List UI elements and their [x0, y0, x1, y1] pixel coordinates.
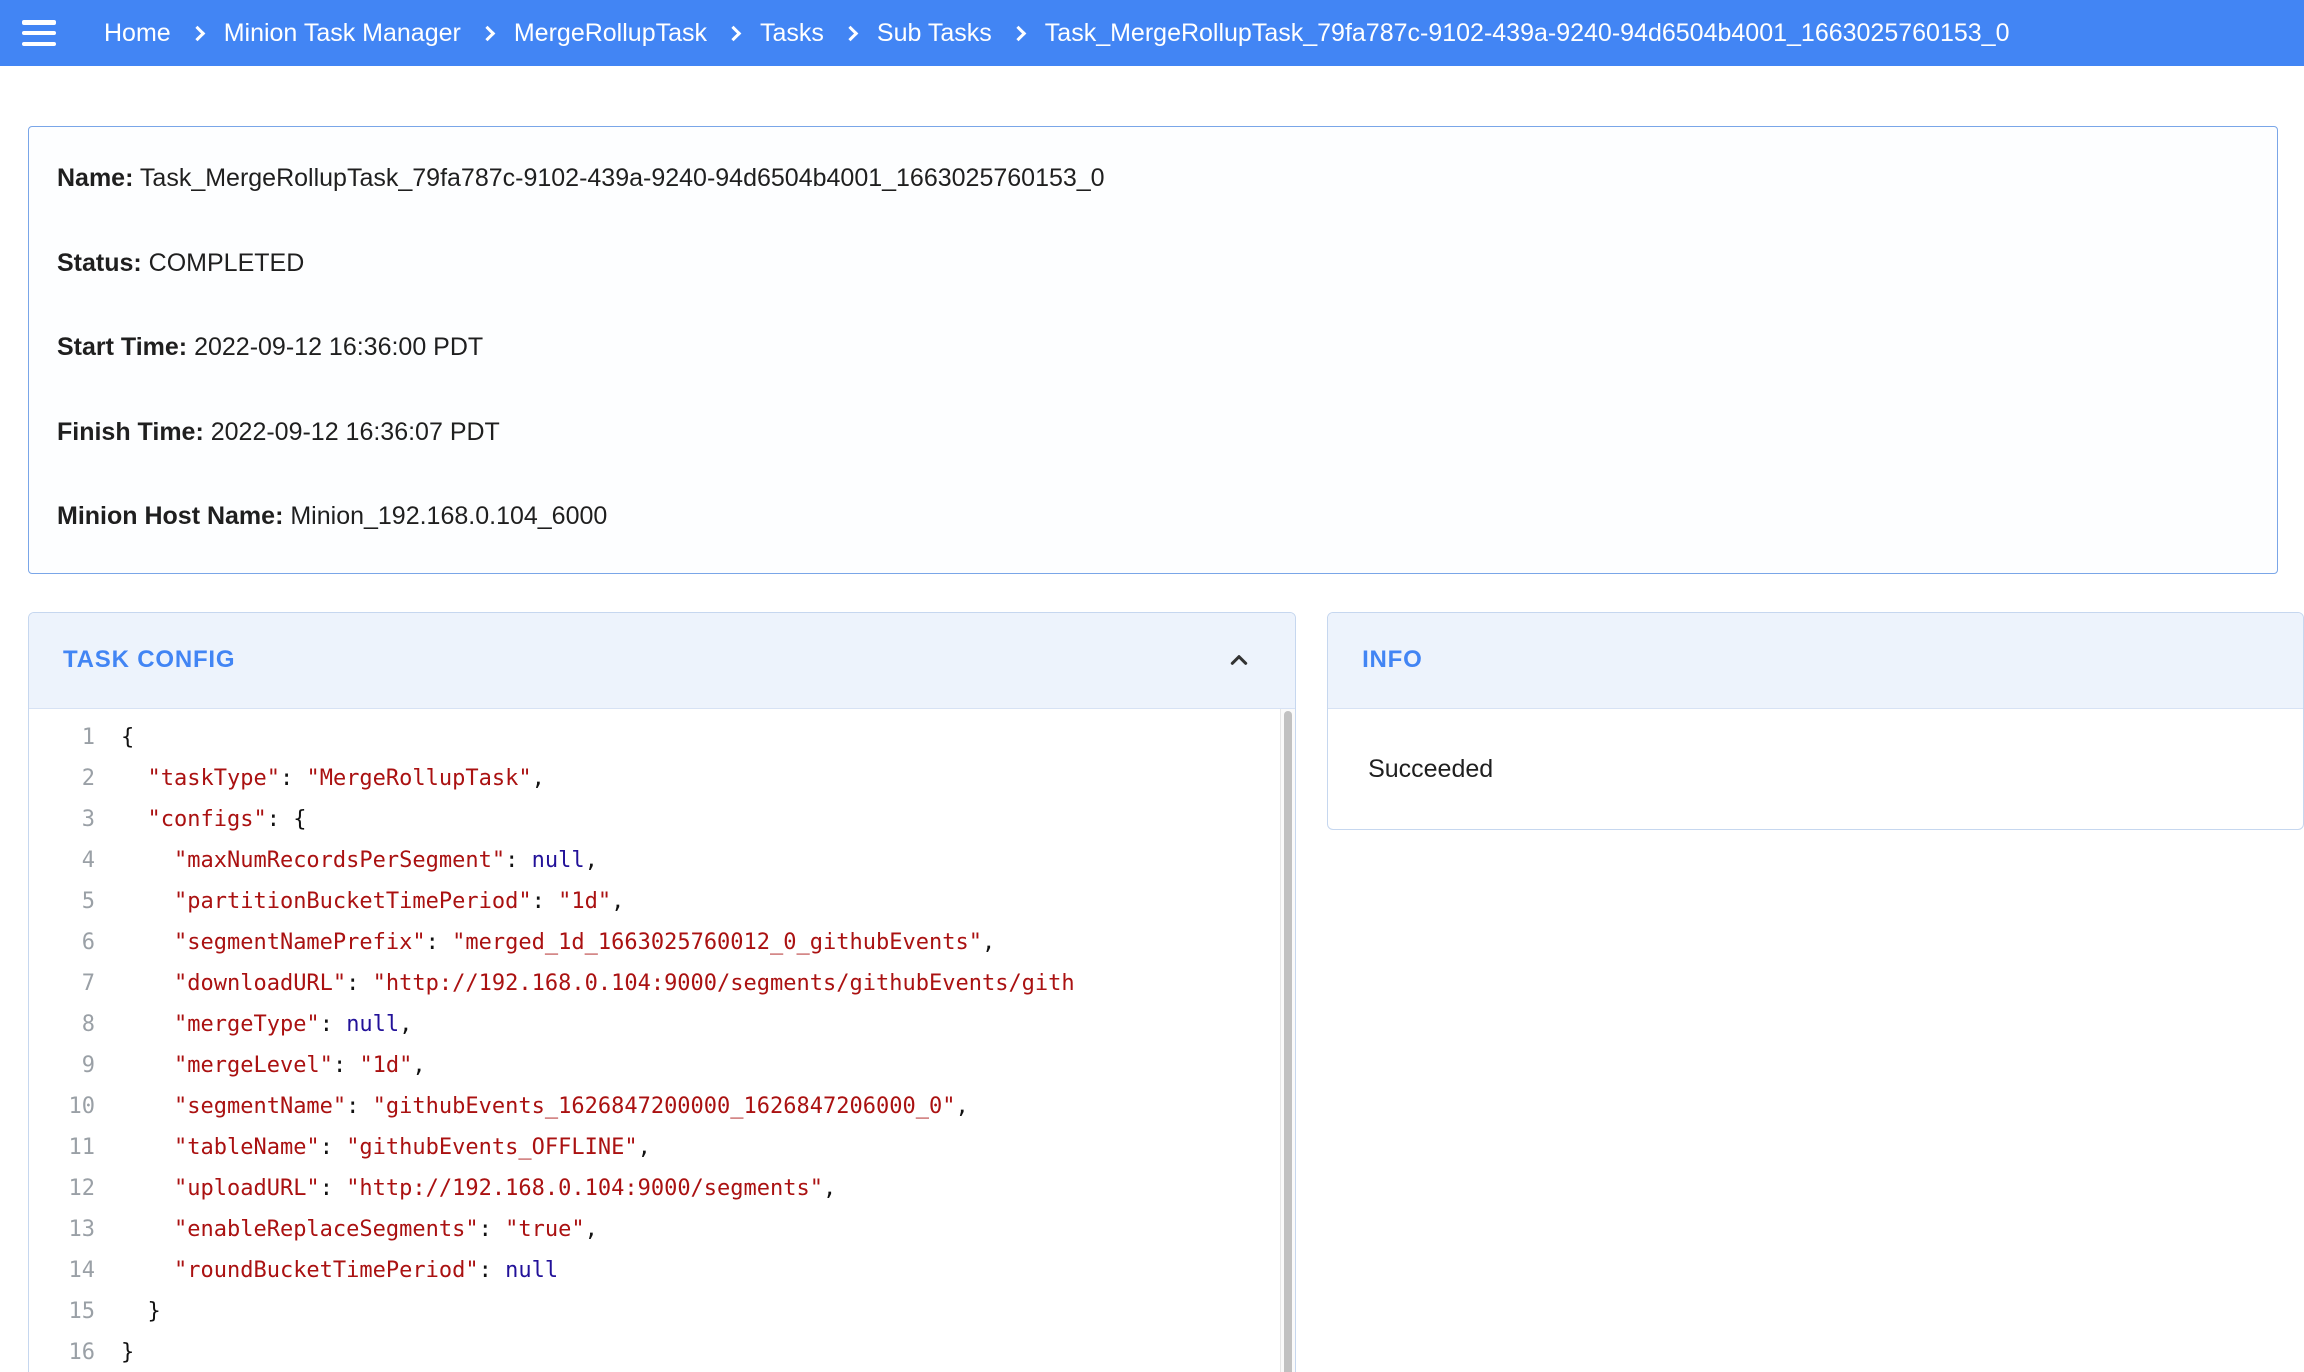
breadcrumb-item[interactable]: MergeRollupTask	[514, 19, 707, 48]
code-line: 8 "mergeType": null,	[29, 1004, 1295, 1045]
chevron-right-icon	[1011, 25, 1027, 41]
line-number: 12	[29, 1168, 95, 1209]
code-line: 11 "tableName": "githubEvents_OFFLINE",	[29, 1127, 1295, 1168]
code-text: "taskType": "MergeRollupTask",	[95, 758, 545, 799]
code-line: 10 "segmentName": "githubEvents_16268472…	[29, 1086, 1295, 1127]
code-line: 4 "maxNumRecordsPerSegment": null,	[29, 840, 1295, 881]
code-line: 7 "downloadURL": "http://192.168.0.104:9…	[29, 963, 1295, 1004]
detail-value: COMPLETED	[142, 249, 305, 277]
line-number: 7	[29, 963, 95, 1004]
code-text: "tableName": "githubEvents_OFFLINE",	[95, 1127, 651, 1168]
code-line: 5 "partitionBucketTimePeriod": "1d",	[29, 881, 1295, 922]
task-details-card: Name: Task_MergeRollupTask_79fa787c-9102…	[28, 126, 2278, 574]
detail-label: Name:	[57, 164, 133, 192]
code-text: "mergeType": null,	[95, 1004, 412, 1045]
detail-label: Finish Time:	[57, 418, 204, 446]
detail-value: Task_MergeRollupTask_79fa787c-9102-439a-…	[133, 164, 1104, 192]
panels-row: TASK CONFIG 1{2 "taskType": "MergeRollup…	[28, 612, 2304, 1372]
line-number: 14	[29, 1250, 95, 1291]
code-text: }	[95, 1291, 161, 1332]
chevron-up-icon[interactable]	[1223, 644, 1255, 676]
code-line: 16}	[29, 1332, 1295, 1372]
task-config-title: TASK CONFIG	[63, 646, 1223, 674]
line-number: 10	[29, 1086, 95, 1127]
code-text: {	[95, 717, 134, 758]
detail-row: Name: Task_MergeRollupTask_79fa787c-9102…	[57, 165, 2247, 193]
chevron-right-icon	[843, 25, 859, 41]
code-line: 12 "uploadURL": "http://192.168.0.104:90…	[29, 1168, 1295, 1209]
info-body: Succeeded	[1328, 709, 2303, 830]
line-number: 15	[29, 1291, 95, 1332]
task-config-header[interactable]: TASK CONFIG	[29, 613, 1295, 709]
detail-row: Start Time: 2022-09-12 16:36:00 PDT	[57, 334, 2247, 362]
line-number: 13	[29, 1209, 95, 1250]
code-text: "configs": {	[95, 799, 306, 840]
chevron-right-icon	[480, 25, 496, 41]
line-number: 9	[29, 1045, 95, 1086]
breadcrumb-item[interactable]: Home	[104, 19, 171, 48]
scrollbar-thumb[interactable]	[1284, 711, 1292, 1372]
detail-row: Minion Host Name: Minion_192.168.0.104_6…	[57, 503, 2247, 531]
line-number: 8	[29, 1004, 95, 1045]
app-header: Home Minion Task Manager MergeRollupTask Ta…	[0, 0, 2304, 66]
code-line: 3 "configs": {	[29, 799, 1295, 840]
menu-icon[interactable]	[22, 20, 56, 46]
breadcrumb-item[interactable]: Task_MergeRollupTask_79fa787c-9102-439a-…	[1045, 19, 2010, 48]
info-panel: INFO Succeeded	[1327, 612, 2304, 830]
code-line: 9 "mergeLevel": "1d",	[29, 1045, 1295, 1086]
code-text: "maxNumRecordsPerSegment": null,	[95, 840, 598, 881]
detail-value: 2022-09-12 16:36:07 PDT	[204, 418, 500, 446]
chevron-right-icon	[726, 25, 742, 41]
code-line: 15 }	[29, 1291, 1295, 1332]
line-number: 4	[29, 840, 95, 881]
code-text: "roundBucketTimePeriod": null	[95, 1250, 558, 1291]
line-number: 3	[29, 799, 95, 840]
detail-label: Status:	[57, 249, 142, 277]
code-line: 2 "taskType": "MergeRollupTask",	[29, 758, 1295, 799]
menu-bar	[22, 42, 56, 47]
code-lines: 1{2 "taskType": "MergeRollupTask",3 "con…	[29, 717, 1295, 1372]
detail-value: Minion_192.168.0.104_6000	[283, 502, 607, 530]
code-line: 1{	[29, 717, 1295, 758]
line-number: 11	[29, 1127, 95, 1168]
code-text: }	[95, 1332, 134, 1372]
code-line: 6 "segmentNamePrefix": "merged_1d_166302…	[29, 922, 1295, 963]
detail-value: 2022-09-12 16:36:00 PDT	[187, 333, 483, 361]
breadcrumb: Home Minion Task Manager MergeRollupTask Ta…	[104, 19, 2009, 48]
task-config-panel: TASK CONFIG 1{2 "taskType": "MergeRollup…	[28, 612, 1296, 1372]
code-text: "mergeLevel": "1d",	[95, 1045, 426, 1086]
menu-bar	[22, 20, 56, 25]
info-header[interactable]: INFO	[1328, 613, 2303, 709]
line-number: 2	[29, 758, 95, 799]
code-text: "downloadURL": "http://192.168.0.104:900…	[95, 963, 1075, 1004]
line-number: 6	[29, 922, 95, 963]
code-text: "segmentNamePrefix": "merged_1d_16630257…	[95, 922, 995, 963]
menu-bar	[22, 31, 56, 36]
detail-label: Minion Host Name:	[57, 502, 283, 530]
line-number: 16	[29, 1332, 95, 1372]
breadcrumb-item[interactable]: Sub Tasks	[877, 19, 992, 48]
code-text: "enableReplaceSegments": "true",	[95, 1209, 598, 1250]
detail-row: Finish Time: 2022-09-12 16:36:07 PDT	[57, 419, 2247, 447]
line-number: 1	[29, 717, 95, 758]
info-title: INFO	[1362, 646, 2263, 674]
breadcrumb-item[interactable]: Minion Task Manager	[224, 19, 461, 48]
code-text: "segmentName": "githubEvents_16268472000…	[95, 1086, 969, 1127]
chevron-right-icon	[189, 25, 205, 41]
code-line: 13 "enableReplaceSegments": "true",	[29, 1209, 1295, 1250]
breadcrumb-item[interactable]: Tasks	[760, 19, 824, 48]
task-config-editor[interactable]: 1{2 "taskType": "MergeRollupTask",3 "con…	[29, 709, 1295, 1372]
code-text: "uploadURL": "http://192.168.0.104:9000/…	[95, 1168, 836, 1209]
code-text: "partitionBucketTimePeriod": "1d",	[95, 881, 624, 922]
info-status-text: Succeeded	[1368, 755, 1493, 783]
detail-label: Start Time:	[57, 333, 187, 361]
vertical-scrollbar[interactable]	[1280, 709, 1295, 1372]
detail-row: Status: COMPLETED	[57, 250, 2247, 278]
line-number: 5	[29, 881, 95, 922]
code-line: 14 "roundBucketTimePeriod": null	[29, 1250, 1295, 1291]
